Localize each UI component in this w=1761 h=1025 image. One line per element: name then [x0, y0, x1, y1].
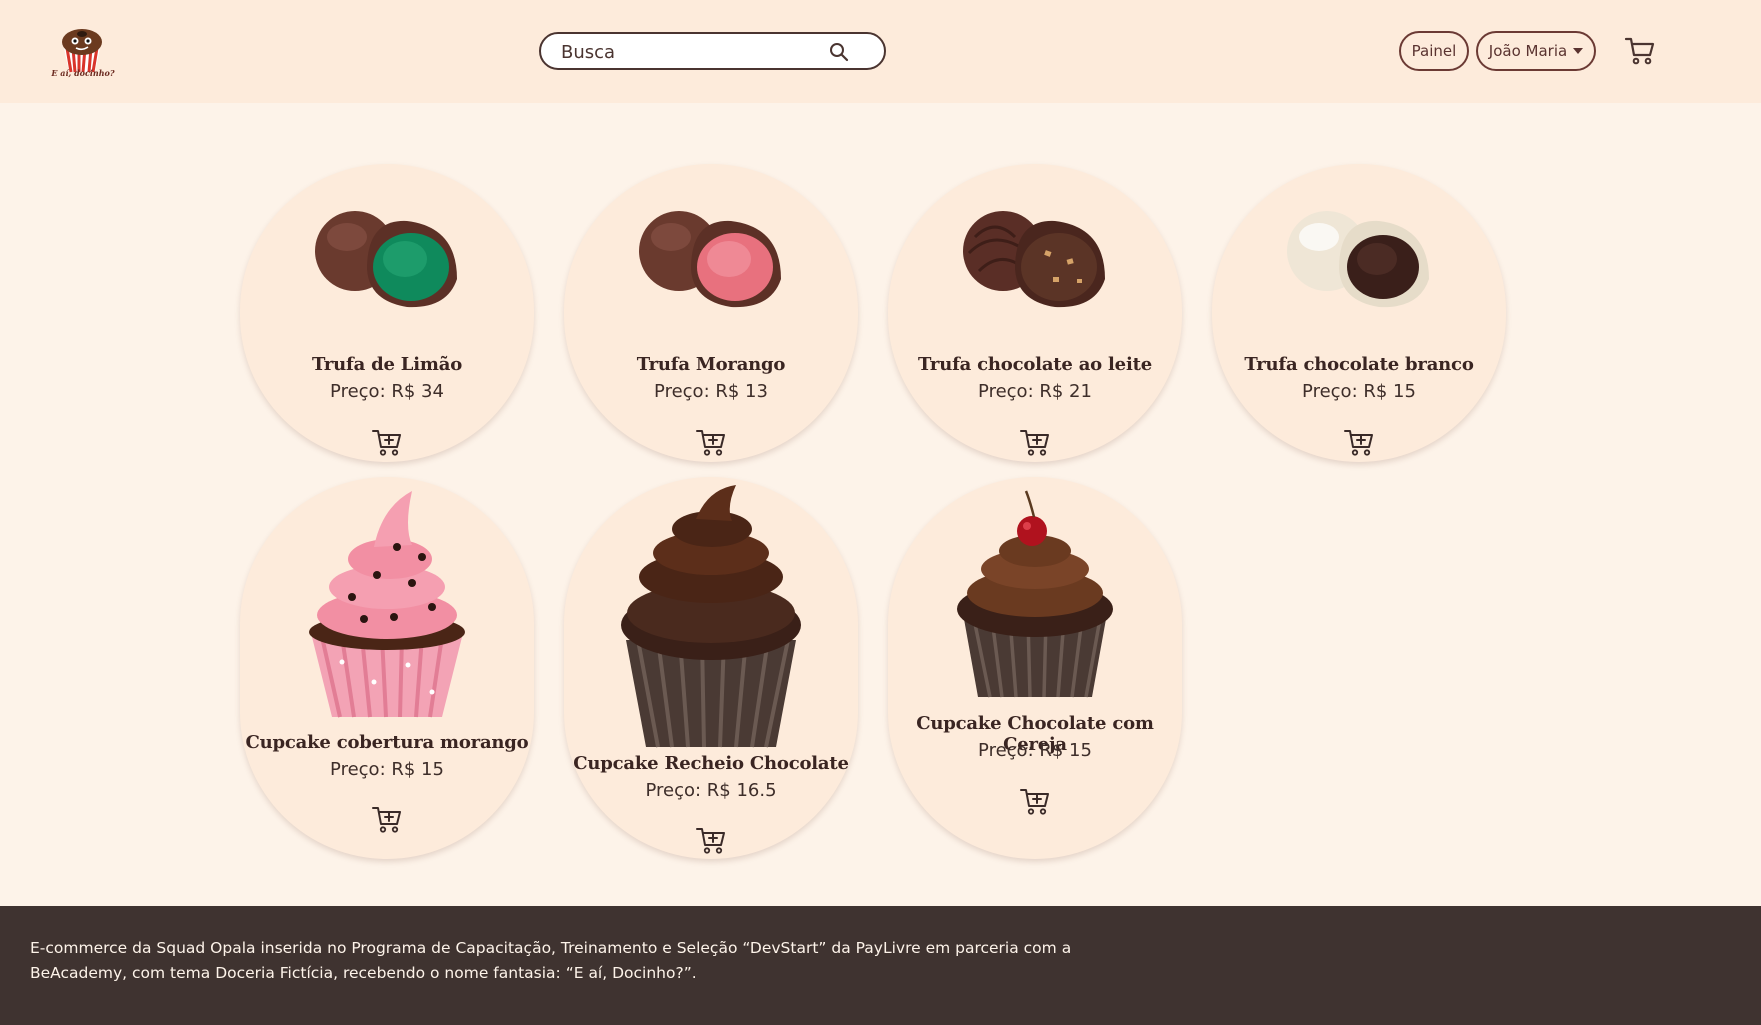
painel-button[interactable]: Painel	[1399, 31, 1469, 71]
product-image	[240, 197, 534, 317]
product-price: Preço: R$ 21	[978, 381, 1092, 402]
user-name: João Maria	[1488, 42, 1568, 60]
product-image	[240, 487, 534, 727]
product-card[interactable]: Trufa chocolate ao leite Preço: R$ 21	[888, 164, 1182, 462]
product-price: Preço: R$ 34	[330, 381, 444, 402]
painel-label: Painel	[1411, 42, 1457, 60]
footer: E-commerce da Squad Opala inserida no Pr…	[0, 906, 1761, 1025]
chevron-down-icon	[1573, 48, 1584, 54]
product-name: Trufa chocolate branco	[1244, 354, 1474, 375]
product-card[interactable]: Trufa chocolate branco Preço: R$ 15	[1212, 164, 1506, 462]
product-image	[564, 197, 858, 317]
search-input[interactable]	[561, 40, 821, 64]
product-name: Cupcake cobertura morango	[245, 732, 529, 753]
product-price: Preço: R$ 16.5	[645, 780, 777, 801]
add-to-cart-icon[interactable]	[371, 803, 403, 835]
add-to-cart-icon[interactable]	[1019, 785, 1051, 817]
product-image	[888, 489, 1182, 699]
product-image	[564, 485, 858, 750]
product-price: Preço: R$ 13	[654, 381, 768, 402]
add-to-cart-icon[interactable]	[371, 426, 403, 458]
product-price: Preço: R$ 15	[978, 740, 1092, 761]
product-name: Cupcake Recheio Chocolate	[573, 753, 849, 774]
product-card[interactable]: Trufa Morango Preço: R$ 13	[564, 164, 858, 462]
product-image	[888, 197, 1182, 317]
product-card[interactable]: Trufa de Limão Preço: R$ 34	[240, 164, 534, 462]
add-to-cart-icon[interactable]	[695, 824, 727, 856]
add-to-cart-icon[interactable]	[1019, 426, 1051, 458]
user-menu-button[interactable]: João Maria	[1476, 31, 1596, 71]
cart-icon[interactable]	[1624, 35, 1656, 67]
add-to-cart-icon[interactable]	[695, 426, 727, 458]
product-card[interactable]: Cupcake Chocolate com Cereja Preço: R$ 1…	[888, 477, 1182, 859]
product-name: Trufa de Limão	[311, 354, 463, 375]
product-name: Trufa Morango	[636, 354, 786, 375]
search-icon[interactable]	[829, 42, 849, 62]
product-name: Trufa chocolate ao leite	[918, 354, 1152, 375]
product-image	[1212, 197, 1506, 317]
product-price: Preço: R$ 15	[1302, 381, 1416, 402]
product-price: Preço: R$ 15	[330, 759, 444, 780]
product-card[interactable]: Cupcake cobertura morango Preço: R$ 15	[240, 477, 534, 859]
footer-text: E-commerce da Squad Opala inserida no Pr…	[30, 939, 1072, 982]
product-card[interactable]: Cupcake Recheio Chocolate Preço: R$ 16.5	[564, 477, 858, 859]
add-to-cart-icon[interactable]	[1343, 426, 1375, 458]
logo-text: E aí, docinho?	[51, 68, 115, 78]
header: E aí, docinho? Painel João Maria	[0, 0, 1761, 103]
logo[interactable]: E aí, docinho?	[50, 18, 115, 82]
search-bar	[539, 32, 886, 70]
